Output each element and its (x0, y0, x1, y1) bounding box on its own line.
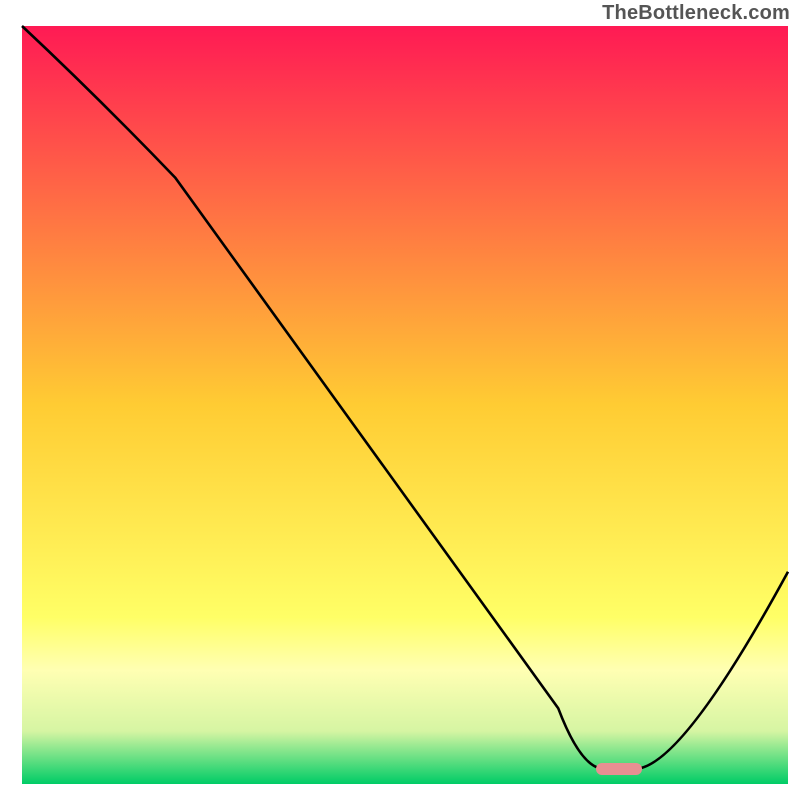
highlight-marker (596, 763, 642, 775)
bottleneck-chart: TheBottleneck.com (0, 0, 800, 800)
chart-svg (0, 0, 800, 800)
